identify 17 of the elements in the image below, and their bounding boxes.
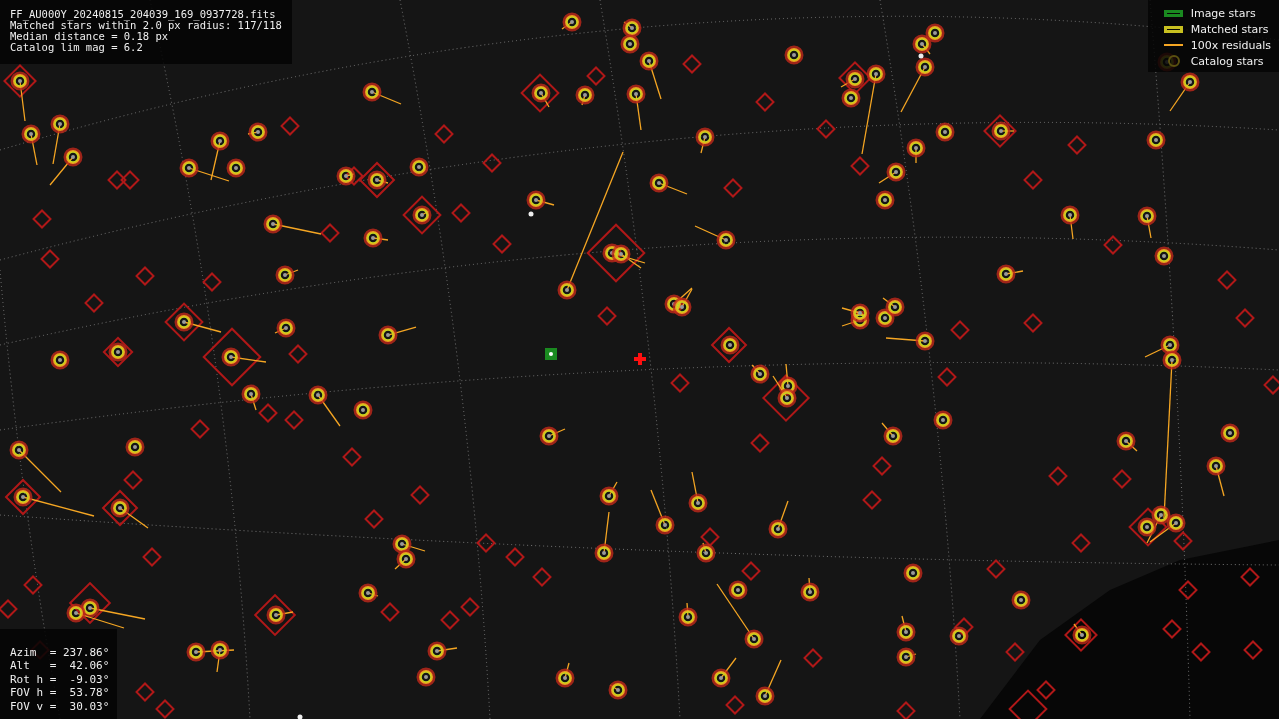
pointing-text: Rot h = -9.03° [10, 672, 110, 686]
line-icon [1163, 44, 1183, 46]
legend-label: 100x residuals [1190, 38, 1271, 52]
rectangle-icon [1163, 9, 1183, 17]
legend-label: Image stars [1190, 6, 1256, 20]
pointing-text: Azim = 237.86° [10, 645, 110, 659]
legend-label: Matched stars [1190, 22, 1269, 36]
rectangle-icon [1163, 25, 1183, 33]
info-text: Catalog lim mag = 6.2 [10, 42, 144, 53]
pointing-text: FOV v = 30.03° [10, 699, 110, 713]
circle-icon [1167, 55, 1180, 67]
legend-label: Catalog stars [1190, 54, 1264, 68]
pointing-text: Alt = 42.06° [10, 659, 110, 673]
info-text: Matched stars within 2.0 px radius: 117/118 [10, 20, 282, 31]
pointing-text: FOV h = 53.78° [10, 686, 110, 700]
info-text: Median distance = 0.18 px [10, 31, 169, 42]
info-text: FF_AU000Y_20240815_204039_169_0937728.fits [10, 9, 276, 20]
